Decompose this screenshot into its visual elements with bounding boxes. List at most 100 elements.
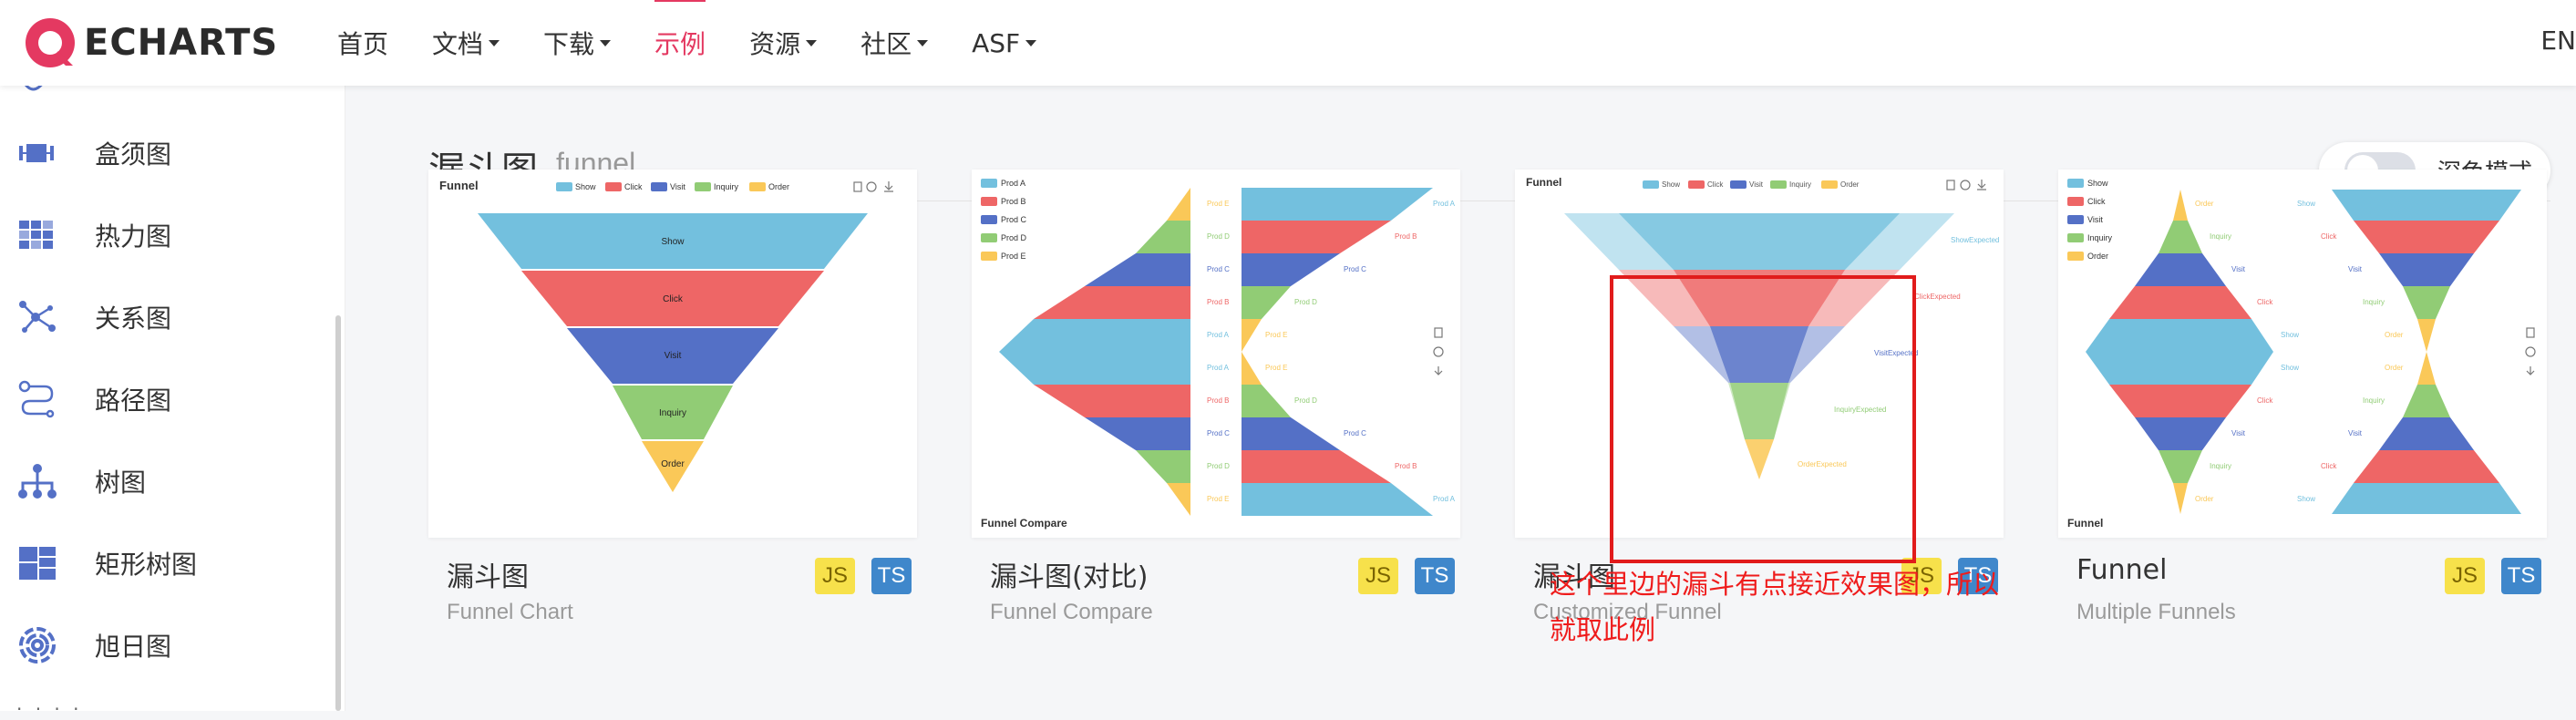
svg-text:Show: Show: [2297, 200, 2315, 208]
sidebar-item-tree[interactable]: 树图: [16, 454, 146, 509]
svg-text:Show: Show: [2297, 495, 2315, 503]
language-switch[interactable]: EN: [2540, 26, 2576, 56]
svg-text:Visit: Visit: [665, 351, 682, 361]
ts-badge[interactable]: TS: [1415, 558, 1455, 594]
svg-text:Visit: Visit: [2087, 215, 2103, 224]
nav-item-label: ASF: [972, 27, 1021, 58]
funnel-chart-thumbnail: Funnel Show Click Visit Inquiry Order Sh…: [439, 179, 893, 492]
svg-text:Visit: Visit: [1749, 180, 1764, 189]
sidebar-item-graph[interactable]: 关系图: [16, 290, 171, 345]
nav-item-1[interactable]: 文档: [432, 0, 500, 86]
nav-item-0[interactable]: 首页: [337, 0, 388, 86]
nav-item-5[interactable]: 社区: [860, 0, 929, 86]
nav-item-label: 首页: [337, 29, 389, 59]
js-badge[interactable]: JS: [1358, 558, 1398, 594]
svg-text:Click: Click: [2321, 232, 2337, 241]
sidebar-item-heatmap[interactable]: 热力图: [16, 208, 171, 262]
funnel-compare-thumbnail: Prod A Prod B Prod C Prod D Prod E Prod …: [981, 179, 1456, 530]
svg-text:Click: Click: [2087, 197, 2106, 206]
svg-text:Inquiry: Inquiry: [714, 182, 739, 191]
top-navbar: ECHARTS 首页 文档 下载 示例 资源 社区 ASF EN: [0, 0, 2576, 86]
sidebar-item-label: 盒须图: [95, 139, 172, 170]
nav-item-3[interactable]: 示例: [654, 0, 706, 86]
caret-down-icon: [917, 39, 929, 46]
card-title[interactable]: 漏斗图(对比): [990, 554, 1148, 594]
svg-text:Show: Show: [1662, 180, 1680, 189]
svg-text:Prod D: Prod D: [1294, 298, 1317, 306]
svg-text:Click: Click: [624, 182, 643, 191]
nav-item-label: 资源: [749, 29, 801, 59]
nav-item-4[interactable]: 资源: [749, 0, 818, 86]
nav-item-2[interactable]: 下载: [543, 0, 612, 86]
svg-text:Prod A: Prod A: [1433, 200, 1456, 208]
annotation-text: 这个里边的漏斗有点接近效果图，所以就取此例: [1550, 569, 2000, 645]
svg-text:Prod A: Prod A: [1001, 179, 1025, 188]
example-card-customized-funnel[interactable]: Funnel Show Click Visit Inquiry Order Sh…: [1515, 170, 2004, 538]
card-subtitle: Funnel Chart: [447, 600, 573, 624]
sidebar-item-label: 矩形树图: [95, 550, 198, 580]
sidebar-item-lines[interactable]: 路径图: [16, 372, 171, 427]
sidebar-item-label: 热力图: [95, 221, 172, 252]
lines-icon: [16, 378, 58, 420]
treemap-icon: [16, 542, 58, 584]
graph-icon: [16, 296, 58, 338]
svg-text:Prod E: Prod E: [1207, 495, 1229, 503]
svg-text:Visit: Visit: [2231, 265, 2246, 273]
svg-text:VisitExpected: VisitExpected: [1874, 349, 1918, 357]
card-title[interactable]: 漏斗图: [447, 554, 529, 594]
svg-text:OrderExpected: OrderExpected: [1798, 460, 1847, 468]
svg-text:Inquiry: Inquiry: [2210, 232, 2231, 241]
svg-text:Prod C: Prod C: [1344, 429, 1366, 437]
svg-text:Prod B: Prod B: [1207, 396, 1229, 405]
logo-text: ECHARTS: [84, 22, 279, 64]
svg-text:Prod E: Prod E: [1265, 331, 1287, 339]
ts-badge[interactable]: TS: [2501, 558, 2541, 594]
toolbox-icons: [853, 181, 893, 192]
echarts-logo-icon: [26, 18, 75, 67]
svg-text:Order: Order: [768, 182, 789, 191]
card-title[interactable]: Funnel: [2076, 554, 2167, 586]
card-subtitle: Multiple Funnels: [2076, 600, 2236, 624]
thumb-legend: Prod A Prod B Prod C Prod D Prod E: [981, 179, 1027, 261]
svg-text:Order: Order: [2195, 495, 2214, 503]
svg-text:Prod D: Prod D: [1207, 232, 1230, 241]
svg-text:Show: Show: [575, 182, 596, 191]
svg-text:Inquiry: Inquiry: [2363, 298, 2385, 306]
card-subtitle: Funnel Compare: [990, 600, 1153, 624]
ts-badge[interactable]: TS: [871, 558, 912, 594]
sidebar-scrollbar[interactable]: [335, 315, 341, 711]
svg-text:Inquiry: Inquiry: [2363, 396, 2385, 405]
sidebar-item-sunburst[interactable]: 旭日图: [16, 618, 171, 673]
sidebar-item-boxplot[interactable]: 盒须图: [16, 126, 171, 180]
sidebar-item-treemap[interactable]: 矩形树图: [16, 536, 197, 591]
svg-text:Inquiry: Inquiry: [659, 408, 686, 418]
svg-text:Prod D: Prod D: [1207, 462, 1230, 470]
svg-text:Inquiry: Inquiry: [1789, 180, 1811, 189]
example-card-funnel-chart[interactable]: Funnel Show Click Visit Inquiry Order Sh…: [428, 170, 917, 538]
svg-text:Visit: Visit: [2348, 429, 2363, 437]
svg-text:Prod B: Prod B: [1395, 462, 1417, 470]
sidebar-more-hint: · · · ·: [16, 698, 83, 720]
example-card-funnel-compare[interactable]: Prod A Prod B Prod C Prod D Prod E Prod …: [972, 170, 1460, 538]
svg-text:Prod E: Prod E: [1265, 364, 1287, 372]
svg-text:Prod A: Prod A: [1433, 495, 1456, 503]
svg-text:Prod C: Prod C: [1207, 265, 1230, 273]
multiple-funnels-thumbnail: Show Click Visit Inquiry Order Order Inq…: [2067, 179, 2536, 530]
echarts-logo[interactable]: ECHARTS: [22, 11, 278, 75]
sidebar-item-label: 树图: [95, 468, 147, 498]
example-card-multiple-funnels[interactable]: Show Click Visit Inquiry Order Order Inq…: [2058, 170, 2547, 538]
caret-down-icon: [1025, 39, 1037, 46]
svg-text:InquiryExpected: InquiryExpected: [1834, 406, 1886, 414]
js-badge[interactable]: JS: [2445, 558, 2485, 594]
svg-text:Click: Click: [1707, 180, 1724, 189]
svg-text:Prod B: Prod B: [1395, 232, 1417, 241]
boxplot-icon: [16, 132, 58, 174]
svg-text:Click: Click: [2257, 396, 2273, 405]
js-badge[interactable]: JS: [815, 558, 855, 594]
sidebar-item-label: 关系图: [95, 303, 172, 334]
svg-text:Prod B: Prod B: [1207, 298, 1229, 306]
svg-text:Order: Order: [1840, 180, 1860, 189]
nav-item-6[interactable]: ASF: [972, 0, 1037, 86]
thumb-legend: Show Click Visit Inquiry Order: [2067, 179, 2113, 261]
svg-text:Prod B: Prod B: [1001, 197, 1026, 206]
